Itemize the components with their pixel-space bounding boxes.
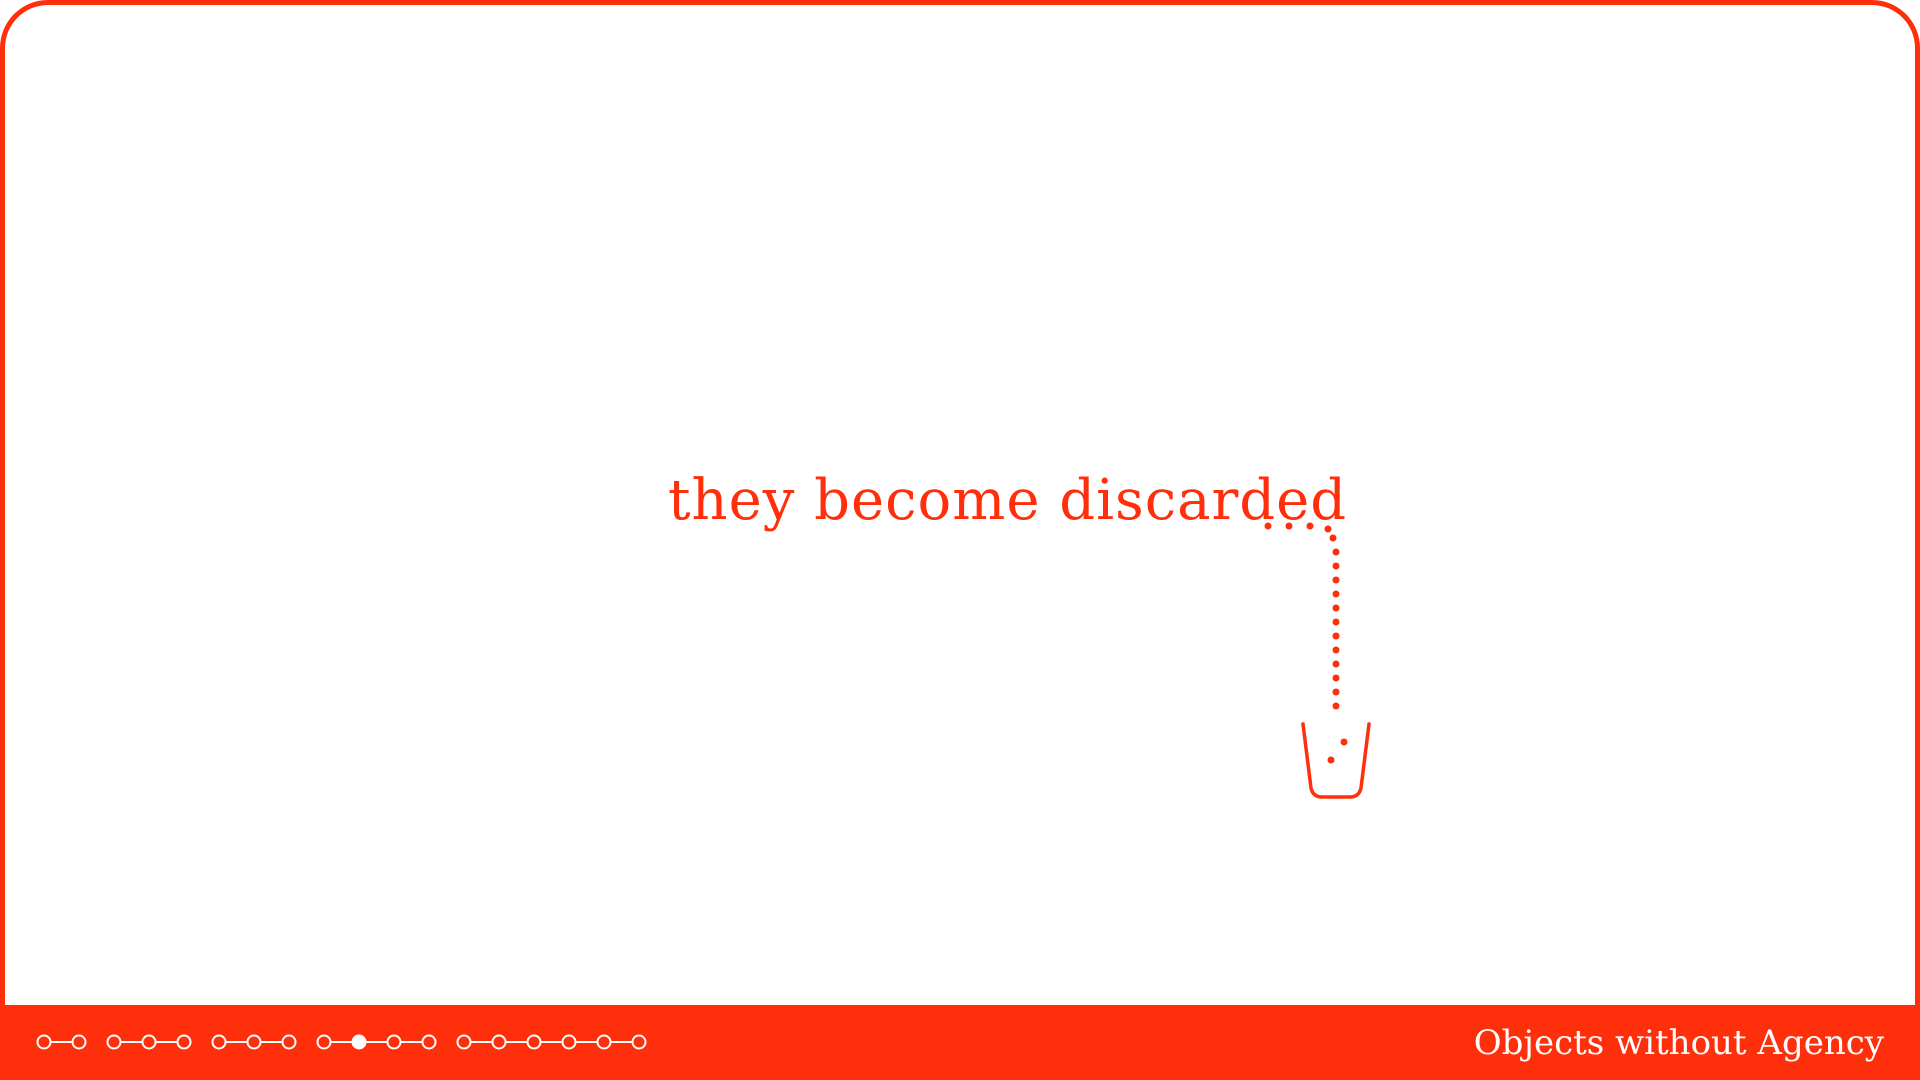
slide-headline: they become discarded: [668, 468, 1348, 533]
progress-dot[interactable]: [421, 1034, 437, 1050]
progress-dot[interactable]: [281, 1034, 297, 1050]
progress-dot[interactable]: [106, 1034, 122, 1050]
progress-dot[interactable]: [71, 1034, 87, 1050]
progress-dot[interactable]: [631, 1034, 647, 1050]
progress-dot[interactable]: [456, 1034, 472, 1050]
progress-dot[interactable]: [246, 1034, 262, 1050]
progress-dot[interactable]: [491, 1034, 507, 1050]
progress-dot[interactable]: [596, 1034, 612, 1050]
slide-frame: [0, 0, 1920, 1080]
progress-dot[interactable]: [36, 1034, 52, 1050]
footer-title: Objects without Agency: [1473, 1023, 1884, 1063]
progress-dot[interactable]: [386, 1034, 402, 1050]
slide-progress-indicator: [36, 1034, 647, 1050]
footer-bar: Objects without Agency: [0, 1005, 1920, 1080]
progress-dot[interactable]: [211, 1034, 227, 1050]
progress-dot[interactable]: [141, 1034, 157, 1050]
progress-dot[interactable]: [316, 1034, 332, 1050]
progress-dot[interactable]: [176, 1034, 192, 1050]
progress-dot-current[interactable]: [351, 1034, 367, 1050]
progress-dot[interactable]: [561, 1034, 577, 1050]
progress-dot[interactable]: [526, 1034, 542, 1050]
